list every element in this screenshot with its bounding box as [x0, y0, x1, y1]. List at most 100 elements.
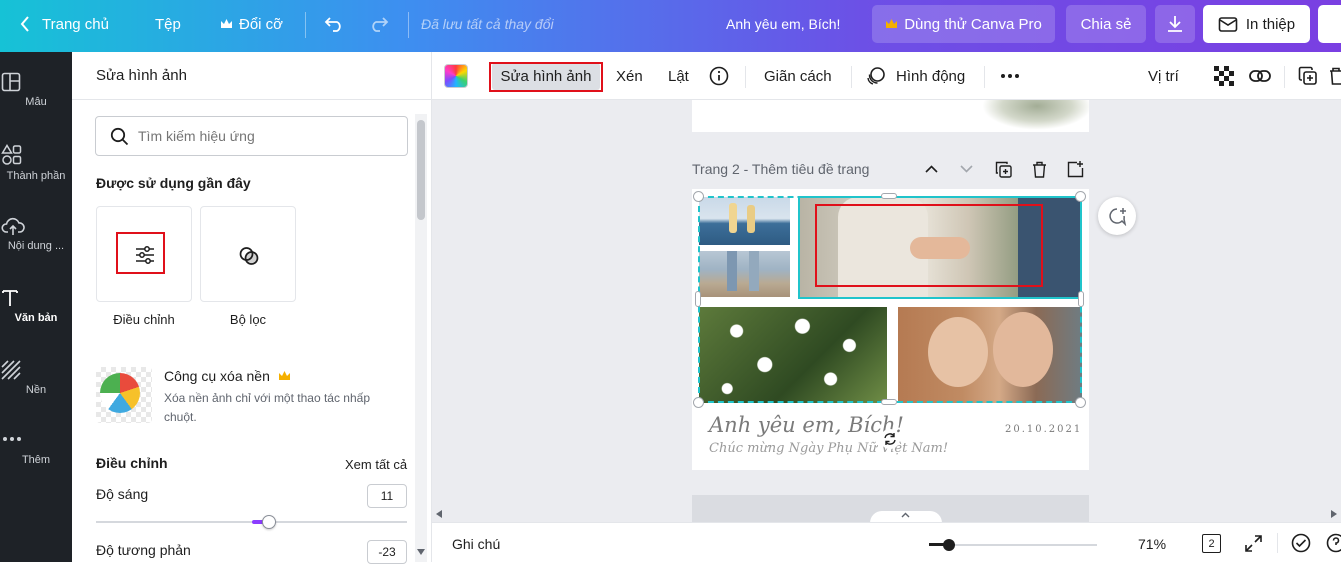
- card-title[interactable]: Anh yêu em, Bích!: [709, 413, 904, 437]
- add-page-icon[interactable]: [1067, 161, 1084, 178]
- resize-handle[interactable]: [881, 399, 897, 405]
- scroll-left-icon[interactable]: [436, 510, 442, 518]
- animation-icon: [866, 66, 886, 86]
- bg-remover-title-row[interactable]: Công cụ xóa nền: [164, 368, 291, 384]
- link-button[interactable]: [1249, 52, 1271, 100]
- recent-filter-label: Bộ lọc: [200, 312, 296, 327]
- print-card-button[interactable]: In thiệp: [1203, 5, 1310, 43]
- recent-filter-tile[interactable]: [200, 206, 296, 302]
- crown-icon: [885, 18, 898, 30]
- resize-button[interactable]: Đổi cỡ: [220, 0, 283, 48]
- comment-add-icon: [1108, 207, 1127, 226]
- transparency-button[interactable]: [1214, 52, 1234, 100]
- adjust-heading: Điều chỉnh: [96, 455, 168, 471]
- divider: [305, 12, 306, 38]
- resize-handle[interactable]: [695, 291, 701, 307]
- spacing-button[interactable]: Giãn cách: [764, 52, 832, 100]
- chevron-down-icon[interactable]: [960, 165, 973, 173]
- shapes-icon: [1, 128, 71, 166]
- redo-button[interactable]: [369, 0, 389, 48]
- card-subtitle[interactable]: Chúc mừng Ngày Phụ Nữ Việt Nam!: [709, 441, 948, 456]
- rail-item-templates[interactable]: Mẫu: [0, 52, 72, 124]
- resize-handle[interactable]: [881, 193, 897, 199]
- contrast-label: Độ tương phản: [96, 542, 191, 558]
- rail-item-elements[interactable]: Thành phần: [0, 124, 72, 196]
- check-circle-icon[interactable]: [1291, 533, 1311, 553]
- delete-button[interactable]: [1329, 52, 1341, 100]
- help-icon[interactable]: [1326, 533, 1341, 553]
- card-date[interactable]: 20.10.2021: [1005, 424, 1082, 435]
- undo-button[interactable]: [324, 0, 344, 48]
- page-1-bottom[interactable]: [692, 100, 1089, 132]
- design-canvas[interactable]: Trang 2 - Thêm tiêu đề trang Anh yêu em,…: [432, 100, 1341, 522]
- contrast-value-input[interactable]: -23: [367, 540, 407, 564]
- saved-status: Đã lưu tất cả thay đổi: [421, 0, 554, 48]
- notes-button[interactable]: Ghi chú: [452, 536, 500, 552]
- rail-item-background[interactable]: Nền: [0, 340, 72, 412]
- rotate-handle[interactable]: [880, 429, 900, 449]
- rail-label: Nội dung ...: [1, 240, 71, 252]
- file-menu[interactable]: Tệp: [155, 0, 181, 48]
- resize-handle[interactable]: [1075, 191, 1086, 202]
- home-label: Trang chủ: [42, 16, 109, 33]
- rail-label: Nền: [1, 384, 71, 396]
- try-pro-label: Dùng thử Canva Pro: [904, 16, 1042, 33]
- divider: [851, 66, 852, 88]
- design-title[interactable]: Anh yêu em, Bích!: [726, 0, 840, 48]
- delete-page-icon[interactable]: [1032, 161, 1047, 178]
- more-dots-icon: [1, 412, 71, 450]
- foliage-decoration: [982, 100, 1089, 130]
- recent-adjust-label: Điều chỉnh: [96, 312, 192, 327]
- crop-button[interactable]: Xén: [616, 52, 643, 100]
- resize-handle[interactable]: [693, 191, 704, 202]
- chevron-up-icon[interactable]: [925, 165, 938, 173]
- rail-item-uploads[interactable]: Nội dung ...: [0, 196, 72, 268]
- brightness-slider-handle[interactable]: [262, 515, 276, 529]
- fullscreen-icon[interactable]: [1245, 535, 1262, 552]
- link-icon: [1249, 69, 1271, 83]
- more-tools-button[interactable]: [1000, 52, 1020, 100]
- resize-handle[interactable]: [693, 397, 704, 408]
- resize-handle[interactable]: [1075, 397, 1086, 408]
- zoom-level[interactable]: 71%: [1138, 536, 1166, 552]
- redo-icon: [369, 16, 389, 32]
- page-count-button[interactable]: 2: [1202, 534, 1221, 553]
- home-link[interactable]: Trang chủ: [20, 0, 109, 48]
- bottom-bar: Ghi chú 71% 2: [432, 522, 1341, 562]
- flip-button[interactable]: Lật: [668, 52, 689, 100]
- add-comment-button[interactable]: [1098, 197, 1136, 235]
- rail-item-more[interactable]: Thêm: [0, 412, 72, 484]
- search-icon: [110, 127, 129, 146]
- download-button[interactable]: [1155, 5, 1195, 43]
- panel-scrollbar[interactable]: [415, 114, 427, 562]
- transparency-icon: [1214, 66, 1234, 86]
- divider: [1277, 533, 1278, 553]
- share-button[interactable]: Chia sẻ: [1066, 5, 1146, 43]
- bg-remover-thumbnail[interactable]: [96, 367, 152, 423]
- scroll-down-icon[interactable]: [417, 549, 425, 555]
- bg-remover-title: Công cụ xóa nền: [164, 368, 270, 384]
- more-options-button[interactable]: [1318, 5, 1341, 43]
- page-2-title[interactable]: Trang 2 - Thêm tiêu đề trang: [692, 161, 869, 177]
- panel-scrollbar-thumb[interactable]: [417, 120, 425, 220]
- duplicate-page-icon[interactable]: [995, 161, 1012, 178]
- rail-label: Thành phần: [1, 170, 71, 182]
- duplicate-button[interactable]: [1298, 52, 1318, 100]
- see-all-link[interactable]: Xem tất cả: [345, 457, 407, 472]
- divider: [745, 66, 746, 88]
- scroll-right-icon[interactable]: [1331, 510, 1337, 518]
- info-button[interactable]: [709, 52, 729, 100]
- try-pro-button[interactable]: Dùng thử Canva Pro: [872, 5, 1055, 43]
- divider: [984, 66, 985, 88]
- position-button[interactable]: Vị trí: [1148, 52, 1179, 100]
- search-input[interactable]: [138, 125, 398, 147]
- rail-item-text[interactable]: Văn bản: [0, 268, 72, 340]
- brightness-value-input[interactable]: 11: [367, 484, 407, 508]
- effect-search-box[interactable]: [95, 116, 408, 156]
- highlight-box: [489, 62, 603, 92]
- resize-handle[interactable]: [1078, 291, 1084, 307]
- zoom-slider-handle[interactable]: [943, 539, 955, 551]
- upload-cloud-icon: [1, 200, 71, 236]
- animate-button[interactable]: Hình động: [866, 52, 965, 100]
- color-picker-icon[interactable]: [444, 64, 468, 88]
